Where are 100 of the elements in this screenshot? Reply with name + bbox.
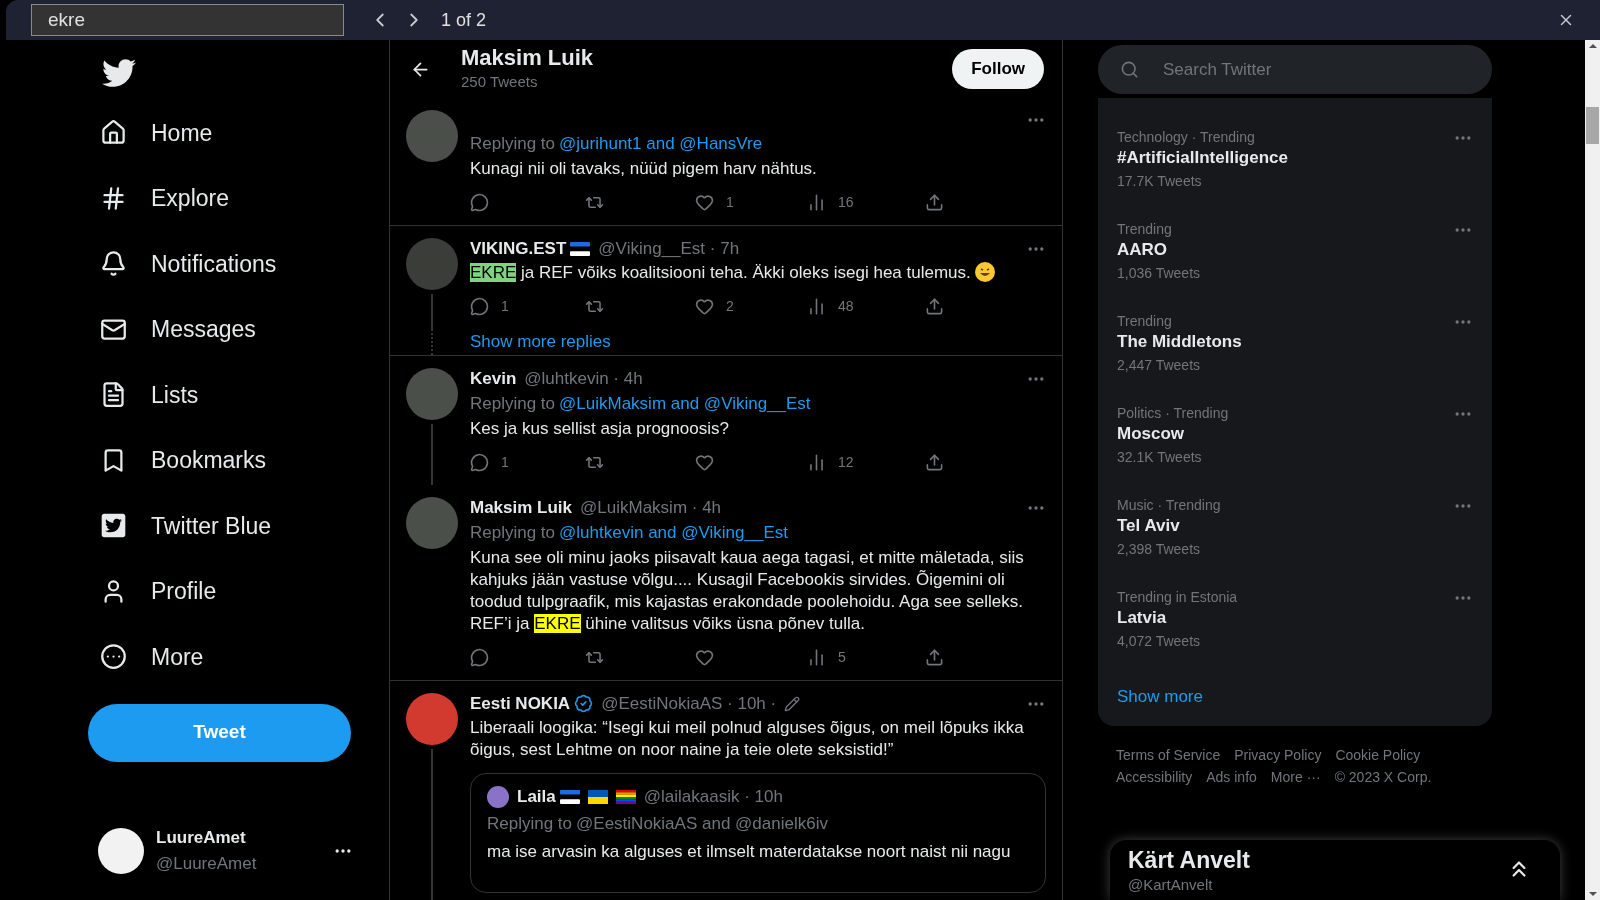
nav-item[interactable]: Lists (100, 362, 353, 428)
share-icon[interactable] (925, 193, 944, 212)
author-name[interactable]: VIKING.EST (470, 238, 567, 260)
scrollbar[interactable] (1585, 40, 1600, 900)
handle-and-time: @EestiNokiaAS · 10h · (601, 692, 777, 715)
trend-count: 1,036 Tweets (1117, 264, 1201, 283)
stat-count: 1 (726, 193, 734, 212)
trend-count: 32.1K Tweets (1117, 448, 1203, 467)
trend-item[interactable]: Technology · Trending #ArtificialIntelligence 17.7K Tweets (1098, 128, 1492, 220)
views-icon[interactable] (807, 452, 826, 472)
trend-topic: The Middletons (1117, 331, 1242, 353)
views-icon[interactable] (807, 647, 826, 667)
stat-count: 1 (501, 297, 509, 316)
share-icon[interactable] (925, 647, 944, 667)
trend-topic: Tel Aviv (1117, 515, 1181, 537)
account-name: LuureAmet (156, 827, 247, 849)
tweet-count: 250 Tweets (461, 71, 539, 92)
quoted-tweet[interactable]: Laila @lailakaasik · 10h Replying to @EestiNokiaAS and @danielk6iv ma ise arvasin ka alguses et ilmselt materdatakse noort naist nii nagu (470, 772, 1046, 893)
stat-count: 12 (838, 452, 854, 472)
tweet-text: Liberaali loogika: “Isegi kui meil polnud alguses õigus, on meil lõpuks ikka õigus, sest Lehtme on noor naine ja teie olete seksistid!” (470, 716, 1025, 761)
nav-item[interactable]: Profile (100, 558, 353, 624)
reply-link[interactable]: @jurihunt1 and @HansVre (559, 132, 763, 156)
scroll-up-icon[interactable] (1588, 44, 1597, 48)
author-name[interactable]: Kevin (470, 367, 517, 390)
follow-button[interactable]: Follow (952, 49, 1044, 89)
trend-category: Trending (1117, 312, 1173, 330)
views-icon[interactable] (807, 297, 826, 316)
footer-link[interactable]: Accessibility (1116, 765, 1193, 788)
tweet-text: Kes ja kus sellist asja prognoosis? (470, 417, 730, 440)
trend-category: Technology · Trending (1117, 128, 1256, 146)
trend-category: Music · Trending (1117, 496, 1221, 514)
views-icon[interactable] (807, 193, 826, 212)
footer-link[interactable]: Terms of Service (1116, 743, 1221, 766)
footer-link[interactable]: More ··· (1270, 765, 1321, 788)
share-icon[interactable] (925, 297, 944, 316)
trend-item[interactable]: Trending The Middletons 2,447 Tweets (1098, 312, 1492, 404)
stat-count: 5 (838, 647, 846, 667)
trend-item[interactable]: Music · Trending Tel Aviv 2,398 Tweets (1098, 496, 1492, 588)
reply-icon[interactable] (470, 452, 489, 472)
notifications-icon (100, 250, 127, 278)
stat-count: 48 (838, 297, 854, 316)
search-icon (1120, 60, 1139, 79)
trend-topic: AARO (1117, 239, 1169, 261)
like-icon[interactable] (695, 647, 714, 667)
footer-link[interactable]: Privacy Policy (1234, 743, 1322, 766)
profile-name: Maksim Luik (461, 44, 595, 71)
scrollbar-thumb[interactable] (1586, 106, 1599, 144)
trend-topic: #ArtificialIntelligence (1117, 147, 1288, 169)
author-name[interactable]: Laila (517, 785, 556, 808)
like-icon[interactable] (695, 452, 714, 472)
footer-link[interactable]: Ads info (1206, 765, 1257, 788)
reply-link[interactable]: @LuikMaksim and @Viking__Est (559, 391, 811, 416)
handle-and-time: @LuikMaksim · 4h (580, 496, 722, 519)
reply-link[interactable]: @luhtkevin and @Viking__Est (559, 520, 788, 545)
reply-icon[interactable] (470, 193, 489, 212)
stat-count: 1 (501, 452, 509, 472)
reply-icon[interactable] (470, 297, 489, 316)
trend-count: 17.7K Tweets (1117, 172, 1203, 191)
avatar (487, 785, 509, 808)
more-circle-icon (100, 643, 127, 671)
show-more-replies-link[interactable]: Show more replies (470, 329, 611, 355)
find-field[interactable]: ekre (31, 4, 344, 36)
share-icon[interactable] (925, 452, 944, 472)
like-icon[interactable] (695, 297, 714, 316)
bird-logo-icon[interactable] (102, 56, 136, 90)
nav-item[interactable]: Notifications (100, 231, 353, 297)
drawer-name: Kärt Anvelt (1128, 846, 1250, 874)
stat-count: 16 (838, 193, 854, 212)
messages-drawer[interactable]: Kärt Anvelt @KartAnvelt (1110, 840, 1560, 900)
trend-item[interactable]: Trending in Estonia Latvia 4,072 Tweets (1098, 588, 1492, 680)
tweet-text: Kuna see oli minu jaoks piisavalt kaua aega tagasi, et mitte mäletada, siis kahjuks jään vastuse võlgu.... Kusagil Facebookis sirvides. Õigemini oli toodud tulpgraafik, mis kajastas erakondade poolehoidu. Aga see selleks. REF’i ja EKRE ühine valitsus võiks üsna põnev tulla. (470, 546, 1025, 635)
nav-item[interactable]: Twitter Blue (100, 493, 353, 559)
nav-item[interactable]: More (100, 624, 353, 690)
explore-icon (100, 184, 127, 212)
replying-label: Replying to (470, 521, 556, 544)
account-handle: @LuureAmet (156, 852, 258, 875)
nav-item[interactable]: Messages (100, 296, 353, 362)
nav-item[interactable]: Home (100, 100, 353, 166)
trend-category: Trending in Estonia (1117, 588, 1238, 606)
footer-link[interactable]: Cookie Policy (1335, 743, 1421, 766)
lists-icon (100, 381, 127, 409)
author-name[interactable]: Maksim Luik (470, 496, 573, 519)
home-icon (100, 119, 127, 147)
copyright: © 2023 X Corp. (1334, 767, 1432, 787)
reply-icon[interactable] (470, 647, 489, 667)
nav-item[interactable]: Bookmarks (100, 427, 353, 493)
stat-count: 2 (726, 297, 734, 316)
handle-and-time: @Viking__Est · 7h (598, 238, 740, 260)
nav-item[interactable]: Explore (100, 165, 353, 231)
trend-item[interactable]: Trending AARO 1,036 Tweets (1098, 220, 1492, 312)
handle-and-time: @luhtkevin · 4h (524, 367, 643, 390)
trend-item[interactable]: Politics · Trending Moscow 32.1K Tweets (1098, 404, 1492, 496)
show-more-link[interactable]: Show more (1098, 684, 1492, 710)
avatar[interactable] (98, 827, 144, 874)
drawer-handle: @KartAnvelt (1128, 875, 1214, 895)
scroll-down-icon[interactable] (1588, 892, 1597, 896)
trend-count: 2,447 Tweets (1117, 356, 1202, 375)
author-name[interactable]: Eesti NOKIA (470, 692, 571, 715)
reply-link[interactable]: @EestiNokiaAS and @danielk6iv (576, 811, 828, 836)
like-icon[interactable] (695, 193, 714, 212)
